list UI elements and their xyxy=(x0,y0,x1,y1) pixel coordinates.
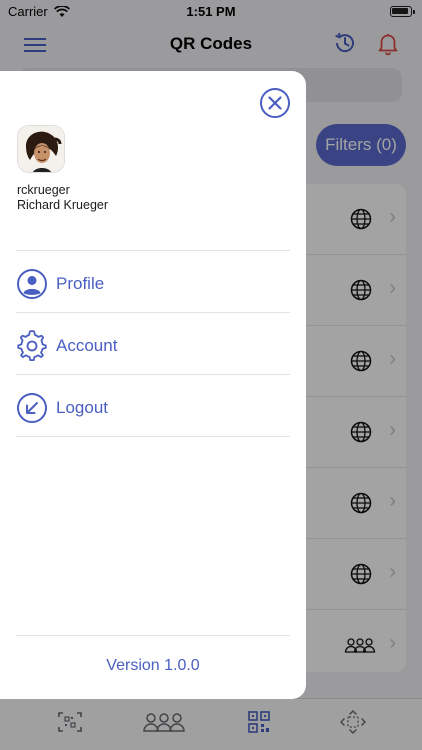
logout-label: Logout xyxy=(56,398,108,417)
divider xyxy=(16,374,290,375)
avatar xyxy=(17,125,65,173)
profile-icon xyxy=(17,269,47,299)
profile-label: Profile xyxy=(56,274,105,293)
username: rckrueger xyxy=(17,183,70,197)
logout-icon xyxy=(17,393,47,423)
menu-item-logout[interactable]: Logout xyxy=(16,378,290,438)
divider xyxy=(16,635,290,636)
close-icon[interactable] xyxy=(259,87,291,119)
menu-item-account[interactable]: Account xyxy=(16,316,290,376)
menu-item-profile[interactable]: Profile xyxy=(16,254,290,314)
divider xyxy=(16,436,290,437)
avatar-image xyxy=(18,126,64,172)
account-label: Account xyxy=(56,336,118,355)
gear-icon xyxy=(17,330,47,361)
divider xyxy=(16,250,290,251)
full-name: Richard Krueger xyxy=(17,198,109,212)
side-drawer: rckrueger Richard Krueger Profile Accoun… xyxy=(0,71,306,699)
divider xyxy=(16,312,290,313)
version-label: Version 1.0.0 xyxy=(106,657,200,674)
